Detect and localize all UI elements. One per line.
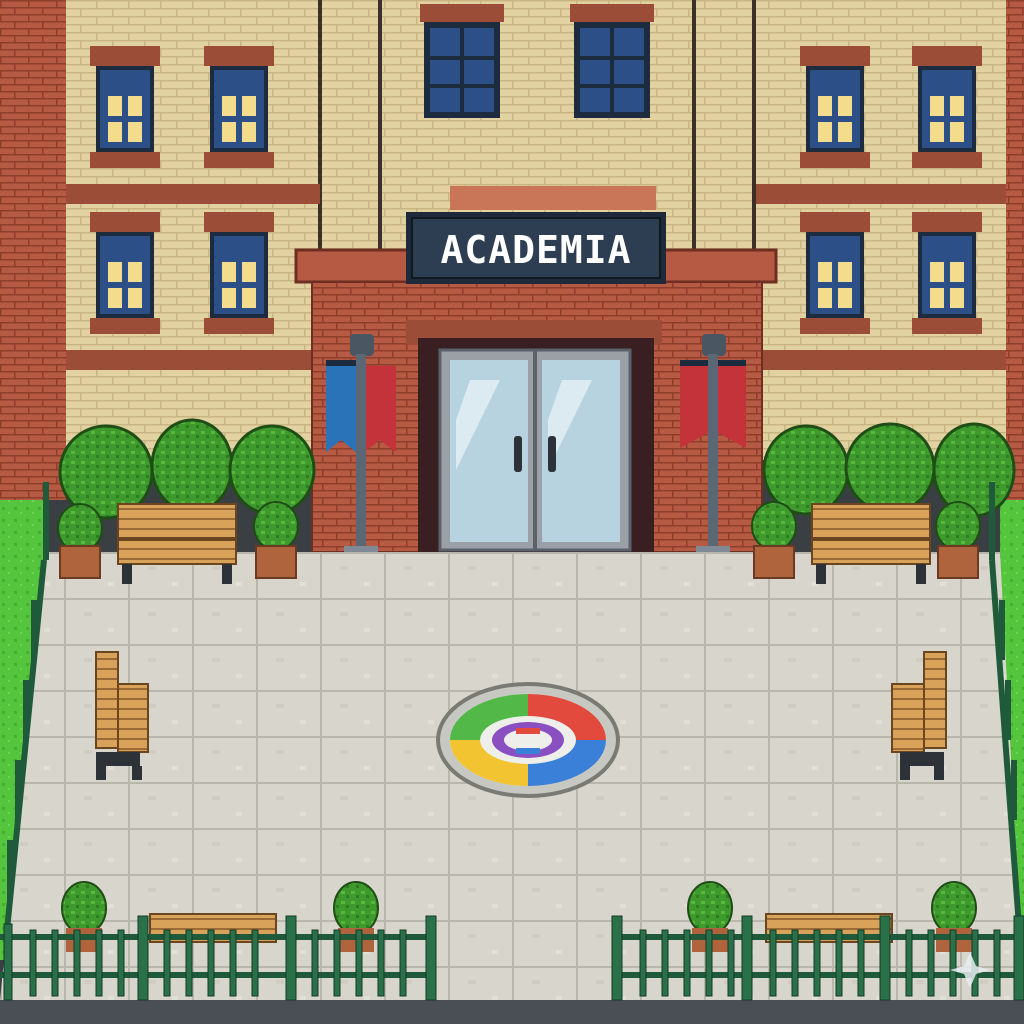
window-dark [570,4,654,118]
window-dark [420,4,504,118]
side-wall-left [0,0,66,500]
window-lit [204,46,274,168]
ledge [66,184,320,204]
ledge [756,350,1006,370]
entrance-door[interactable] [438,348,632,552]
sign-text: ACADEMIA [440,228,631,272]
ledge [66,350,320,370]
potted-plant [57,503,103,579]
side-wall-right [1006,0,1024,500]
plaza-emblem[interactable] [436,682,620,798]
window-lit [90,46,160,168]
window-lit [912,212,982,334]
ledge [756,184,1006,204]
academy-sign: ACADEMIA [406,212,666,284]
door-handle-right[interactable] [548,436,556,472]
window-lit [204,212,274,334]
window-lit [90,212,160,334]
window-lit [912,46,982,168]
shrub-row-right [762,422,1016,518]
potted-plant [751,501,797,579]
potted-plant [935,501,981,579]
window-lit [800,46,870,168]
game-scene: ACADEMIA [0,0,1024,1024]
window-lit [800,212,870,334]
door-handle-left[interactable] [514,436,522,472]
potted-plant [253,501,299,579]
